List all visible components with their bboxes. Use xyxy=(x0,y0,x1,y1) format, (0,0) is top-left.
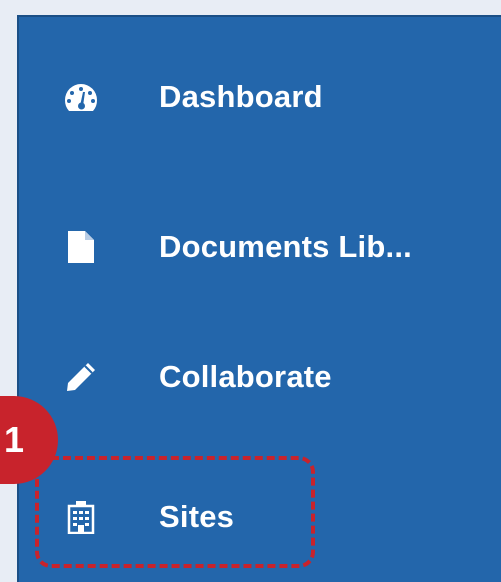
dashboard-gauge-icon xyxy=(63,79,99,115)
sidebar-item-documents-library[interactable]: Documents Lib... xyxy=(19,217,501,277)
sidebar-item-collaborate[interactable]: Collaborate xyxy=(19,347,501,407)
document-icon xyxy=(63,229,99,265)
sidebar-item-label: Documents Lib... xyxy=(159,229,412,264)
sidebar-item-label: Collaborate xyxy=(159,359,332,394)
pencil-icon xyxy=(63,359,99,395)
sidebar-item-dashboard[interactable]: Dashboard xyxy=(19,67,501,127)
sidebar-item-label: Dashboard xyxy=(159,79,323,114)
highlight-box xyxy=(35,456,315,568)
